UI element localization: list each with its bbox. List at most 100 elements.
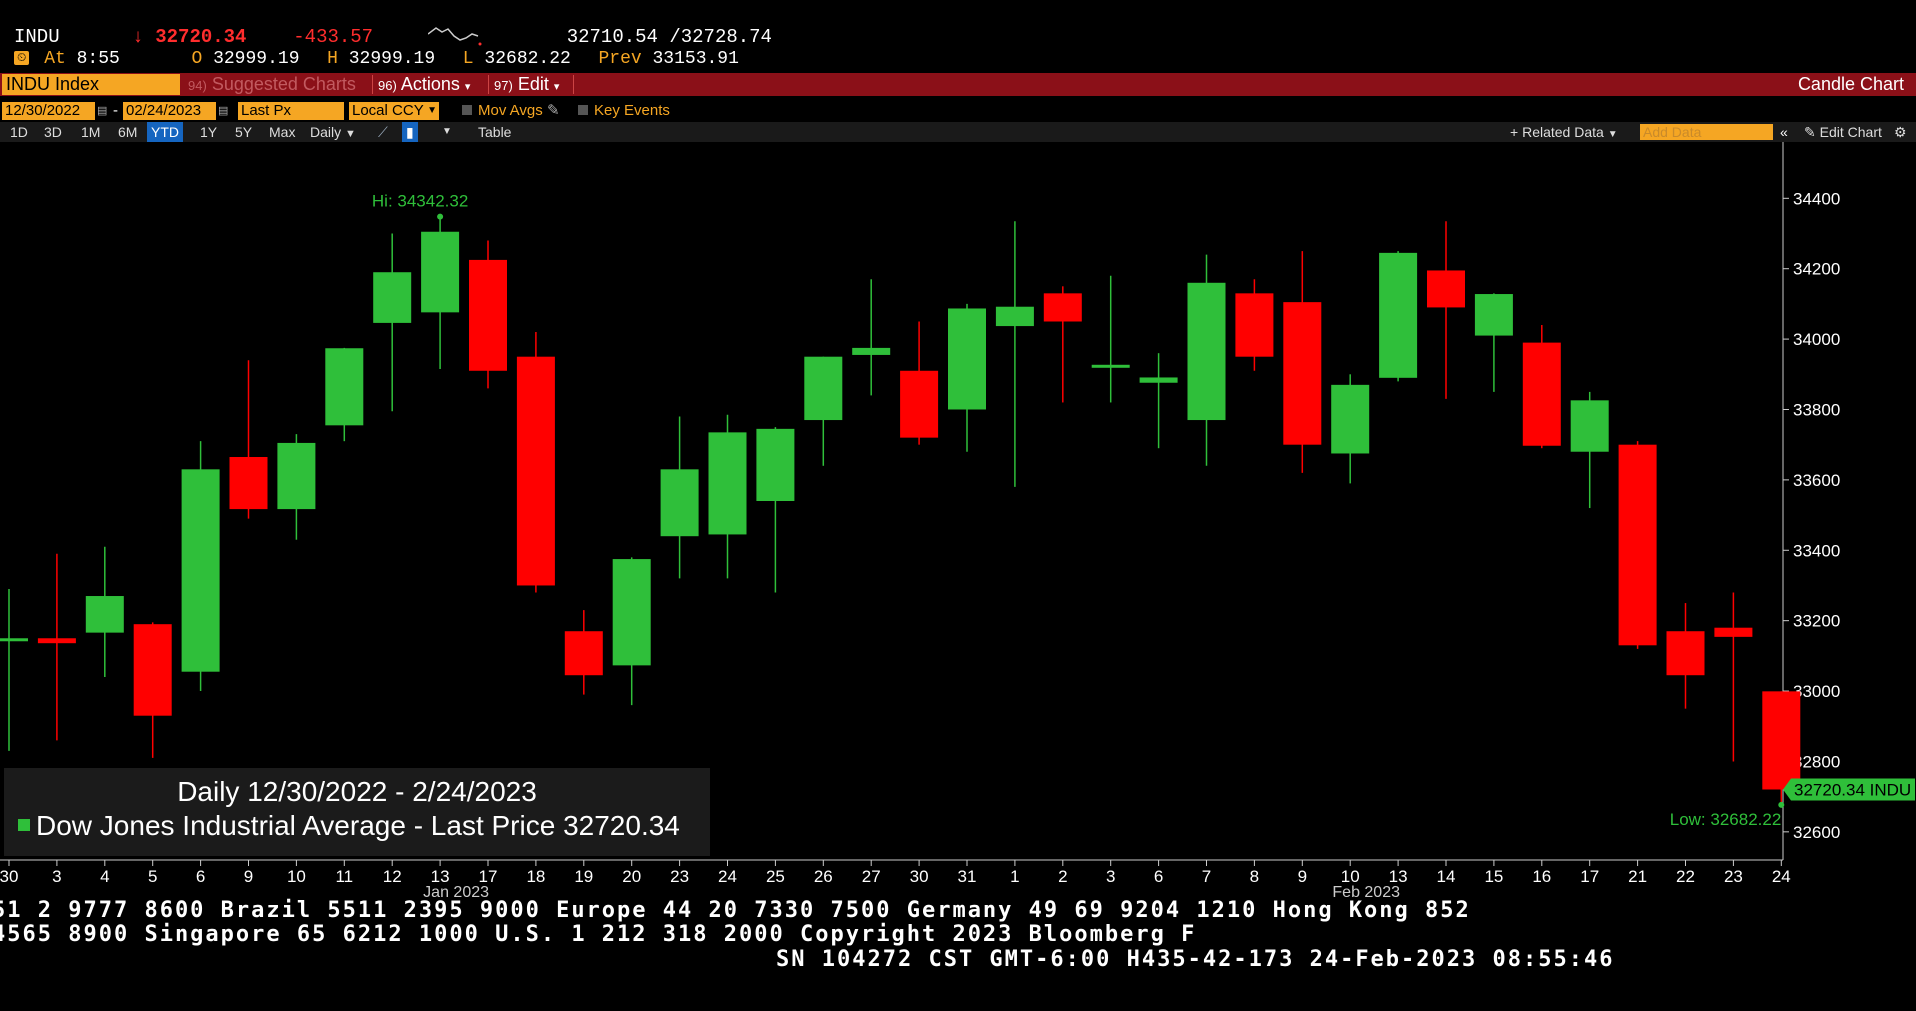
candle-body (469, 259, 507, 371)
collapse-icon[interactable]: « (1776, 122, 1792, 142)
chart-type-label: Candle Chart (1797, 74, 1904, 94)
low-marker (1778, 801, 1785, 808)
caret-down-icon: ▾ (464, 81, 471, 93)
suggested-charts-button[interactable]: 94) Suggested Charts (188, 73, 356, 96)
footer-line-3: SN 104272 CST GMT-6:00 H435-42-173 24-Fe… (776, 947, 1615, 972)
checkbox-icon (578, 105, 588, 115)
range-button-1y[interactable]: 1Y (196, 122, 221, 142)
table-button[interactable]: Table (474, 122, 515, 142)
open-value: 32999.19 (213, 49, 300, 69)
range-row: 1D 3D 1M 6M YTD 1Y 5Y Max Daily ▼ ⟋ ▮ ▼ … (0, 122, 1916, 142)
caret-down-icon: ▾ (553, 81, 560, 93)
add-data-input[interactable]: Add Data (1640, 124, 1773, 140)
pencil-icon[interactable]: ✎ (547, 102, 560, 119)
range-button-6m[interactable]: 6M (114, 122, 141, 142)
mov-avgs-checkbox[interactable]: Mov Avgs ✎ (462, 102, 560, 120)
options-row: 12/30/2022 ▤ - 02/24/2023 ▤ Last Px Loca… (0, 102, 1916, 120)
x-tick-label: 15 (1484, 867, 1503, 886)
suggested-charts-label: Suggested Charts (211, 74, 356, 94)
x-tick-label: 4 (100, 867, 109, 886)
candle-body (516, 356, 555, 586)
line-chart-icon[interactable]: ⟋ (374, 122, 392, 142)
suggested-charts-num: 94) (188, 78, 207, 93)
edit-label: Edit (517, 74, 549, 94)
candle-body (229, 457, 268, 510)
x-tick-label: 30 (0, 867, 18, 886)
gear-icon[interactable]: ⚙ (1890, 122, 1911, 142)
candles (0, 218, 1801, 803)
calendar-icon[interactable]: ▤ (218, 102, 228, 120)
candle-body (0, 638, 28, 642)
range-button-max[interactable]: Max (265, 122, 299, 142)
candle-body (708, 432, 747, 535)
x-tick-label: 31 (958, 867, 977, 886)
edit-chart-label: Edit Chart (1819, 124, 1882, 140)
legend-period: Daily 12/30/2022 - 2/24/2023 (177, 776, 537, 807)
range-button-5y[interactable]: 5Y (231, 122, 256, 142)
range-button-1d[interactable]: 1D (6, 122, 32, 142)
calendar-icon[interactable]: ▤ (97, 102, 107, 120)
candle-body (277, 442, 316, 510)
x-tick-label: 24 (718, 867, 737, 886)
candle-body (1235, 293, 1274, 357)
candle-body (1474, 294, 1513, 336)
related-data-button[interactable]: + Related Data ▼ (1506, 122, 1622, 142)
currency-select[interactable]: Local CCY ▼ (349, 102, 439, 120)
x-tick-label: 20 (622, 867, 641, 886)
caret-down-icon: ▼ (345, 128, 356, 140)
x-tick-label: 12 (383, 867, 402, 886)
candle-body (1427, 270, 1465, 308)
actions-button[interactable]: 96) Actions ▾ (378, 73, 470, 96)
range-button-ytd[interactable]: YTD (147, 122, 183, 142)
edit-chart-button[interactable]: ✎ Edit Chart (1800, 122, 1886, 142)
x-tick-label: 1 (1010, 867, 1019, 886)
footer-line-2: 4565 8900 Singapore 65 6212 1000 U.S. 1 … (0, 922, 1197, 947)
range-button-3d[interactable]: 3D (40, 122, 66, 142)
currency-label: Local CCY (352, 102, 424, 119)
start-date-field[interactable]: 12/30/2022 (2, 102, 95, 120)
candle-body (1570, 400, 1609, 452)
candle-body (612, 559, 651, 666)
candle-chart-icon[interactable]: ▮ (402, 122, 418, 142)
candle-body (1331, 384, 1370, 454)
last-price-label: 32720.34 INDU (1794, 780, 1911, 799)
security-field[interactable]: INDU Index (2, 74, 180, 95)
chart-labels: Hi: 34342.32 Low: 32682.22 32720.34 INDU (372, 192, 1915, 829)
function-bar: INDU Index 94) Suggested Charts 96) Acti… (0, 73, 1916, 96)
x-tick-label: 9 (1298, 867, 1307, 886)
y-tick-label: 34200 (1793, 260, 1840, 279)
candle-body (37, 638, 76, 644)
y-tick-label: 32600 (1793, 823, 1840, 842)
separator (372, 75, 373, 94)
clock-icon: ⏲ (14, 51, 30, 65)
prev-value: 33153.91 (652, 49, 739, 69)
candle-body (1762, 691, 1801, 790)
separator (488, 75, 489, 94)
key-events-checkbox[interactable]: Key Events (578, 102, 670, 120)
edit-button[interactable]: 97) Edit ▾ (494, 73, 559, 96)
candle-body (948, 308, 986, 410)
y-tick-label: 33800 (1793, 400, 1840, 419)
actions-label: Actions (400, 74, 460, 94)
x-tick-label: 21 (1628, 867, 1647, 886)
candle-body (133, 624, 172, 716)
series-swatch (18, 819, 30, 831)
candle-body (1187, 282, 1226, 421)
x-tick-label: 3 (52, 867, 61, 886)
related-data-label: Related Data (1522, 124, 1604, 140)
candle-body (1522, 342, 1561, 446)
x-tick-label: 8 (1250, 867, 1259, 886)
end-date-field[interactable]: 02/24/2023 (123, 102, 216, 120)
x-tick-label: 9 (244, 867, 253, 886)
at-label: At (44, 49, 66, 69)
range-button-1m[interactable]: 1M (77, 122, 104, 142)
frequency-select[interactable]: Daily ▼ (306, 122, 360, 142)
prev-label: Prev (598, 49, 642, 69)
field-select[interactable]: Last Px (238, 102, 344, 120)
caret-down-icon: ▼ (1607, 129, 1618, 140)
candle-body (373, 272, 412, 323)
candle-body (325, 348, 364, 426)
candle-body (900, 370, 939, 438)
quote-detail-line: ⏲ At 8:55 O 32999.19 H 32999.19 L 32682.… (14, 49, 739, 69)
chart-type-caret-icon[interactable]: ▼ (438, 122, 456, 142)
